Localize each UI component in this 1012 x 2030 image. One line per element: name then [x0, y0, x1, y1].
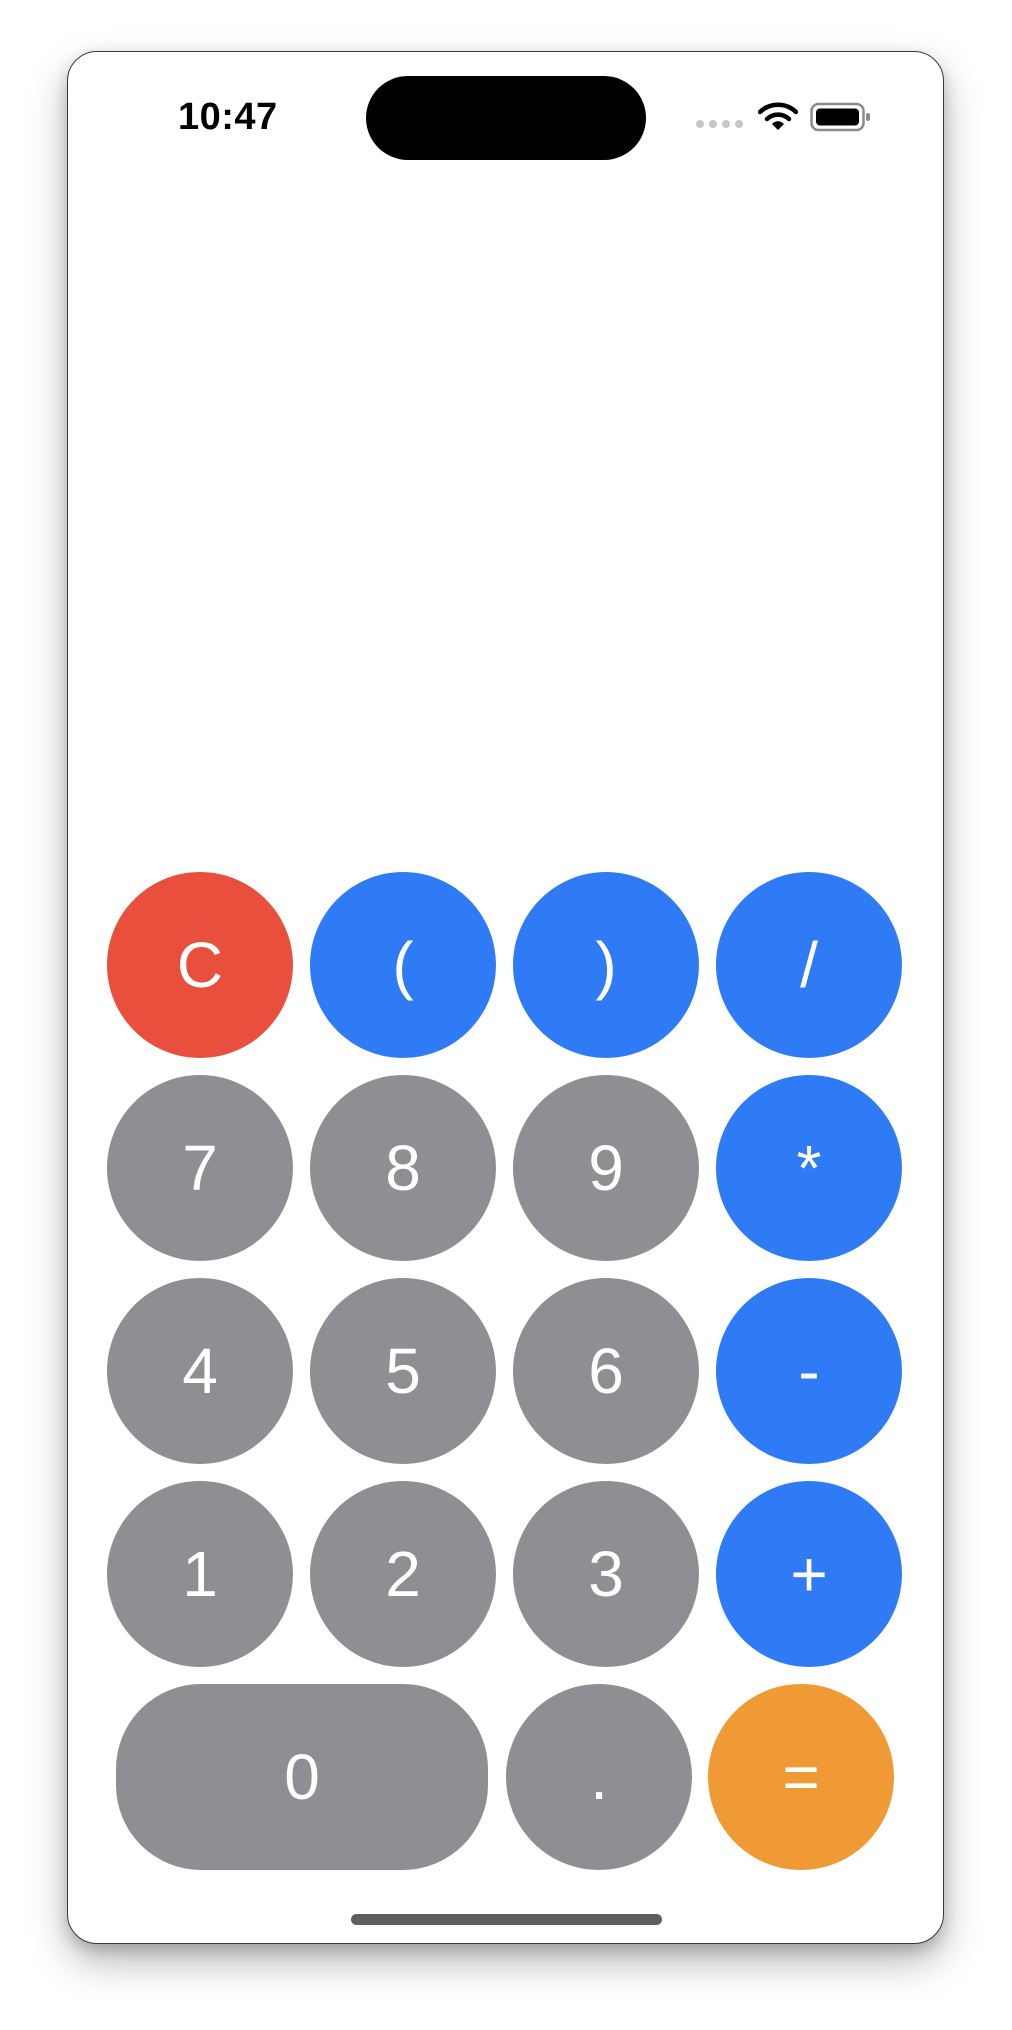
add-button[interactable]: + — [716, 1481, 902, 1667]
digit-3-button[interactable]: 3 — [513, 1481, 699, 1667]
digit-8-button[interactable]: 8 — [310, 1075, 496, 1261]
subtract-button[interactable]: - — [716, 1278, 902, 1464]
digit-9-button[interactable]: 9 — [513, 1075, 699, 1261]
digit-7-button[interactable]: 7 — [107, 1075, 293, 1261]
digit-2-button[interactable]: 2 — [310, 1481, 496, 1667]
battery-icon — [810, 102, 870, 132]
dynamic-island — [366, 76, 646, 160]
digit-6-button[interactable]: 6 — [513, 1278, 699, 1464]
phone-screen: 10:47 C ( ) / 7 8 9 * 4 5 6 - 1 2 3 + 0 … — [67, 51, 944, 1944]
wifi-icon — [758, 102, 798, 130]
digit-1-button[interactable]: 1 — [107, 1481, 293, 1667]
cellular-signal-icon — [696, 120, 743, 128]
close-paren-button[interactable]: ) — [513, 872, 699, 1058]
digit-4-button[interactable]: 4 — [107, 1278, 293, 1464]
divide-button[interactable]: / — [716, 872, 902, 1058]
digit-0-button[interactable]: 0 — [116, 1684, 488, 1870]
clear-button[interactable]: C — [107, 872, 293, 1058]
equals-button[interactable]: = — [708, 1684, 894, 1870]
multiply-button[interactable]: * — [716, 1075, 902, 1261]
status-time: 10:47 — [178, 96, 278, 138]
digit-5-button[interactable]: 5 — [310, 1278, 496, 1464]
decimal-point-button[interactable]: . — [506, 1684, 692, 1870]
open-paren-button[interactable]: ( — [310, 872, 496, 1058]
home-indicator[interactable] — [351, 1914, 662, 1925]
